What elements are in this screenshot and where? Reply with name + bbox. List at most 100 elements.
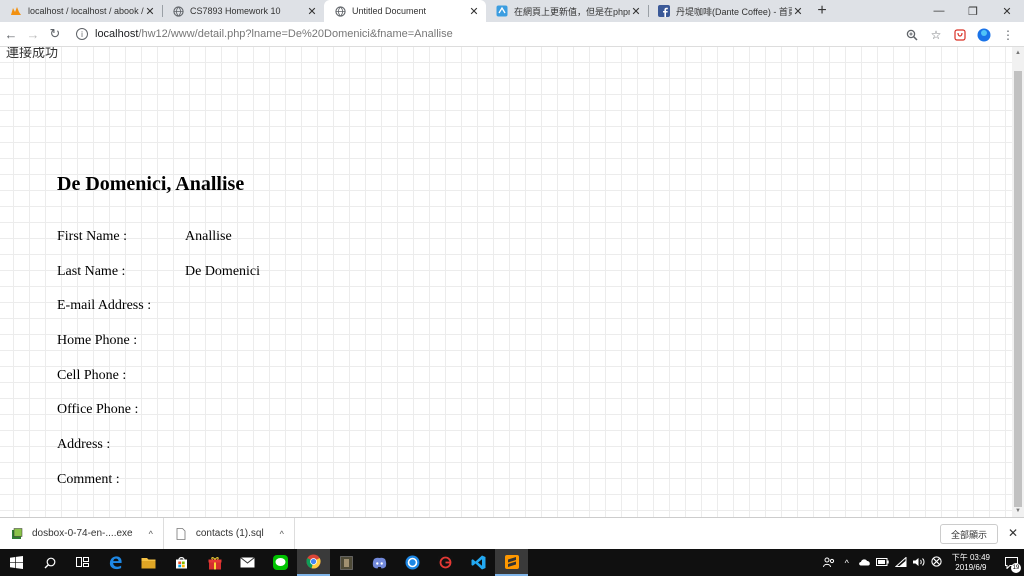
tab-title: Untitled Document [352, 6, 427, 16]
facebook-icon [658, 5, 670, 17]
tab-dante-coffee[interactable]: 丹堤咖啡(Dante Coffee) - 首頁 ✕ [648, 0, 810, 22]
tab-strip: localhost / localhost / abook / ... ✕ CS… [0, 0, 1024, 22]
volume-icon[interactable] [911, 557, 927, 569]
search-icon[interactable] [33, 549, 66, 576]
field-cell-phone: Cell Phone : [57, 368, 260, 403]
show-all-downloads-button[interactable]: 全部顯示 [939, 524, 998, 544]
download-filename: contacts (1).sql [195, 528, 264, 539]
game-app-icon[interactable] [429, 549, 462, 576]
close-window-icon[interactable]: ✕ [990, 0, 1024, 22]
profile-avatar-icon[interactable] [974, 25, 994, 45]
download-filename: dosbox-0-74-en-....exe [32, 528, 133, 539]
field-first-name: First Name : Anallise [57, 229, 260, 264]
close-icon[interactable]: ✕ [468, 5, 480, 18]
tab-title: CS7893 Homework 10 [190, 6, 281, 16]
battery-icon[interactable] [875, 557, 891, 568]
onedrive-icon[interactable] [857, 557, 873, 568]
file-explorer-icon[interactable] [132, 549, 165, 576]
vertical-scrollbar[interactable]: ▲ ▼ [1012, 47, 1024, 517]
people-icon[interactable] [821, 556, 837, 570]
mail-icon[interactable] [231, 549, 264, 576]
menu-dots-icon[interactable]: ⋮ [998, 25, 1018, 45]
tab-homework[interactable]: CS7893 Homework 10 ✕ [162, 0, 324, 22]
connection-status: 連接成功 [6, 47, 59, 61]
scroll-down-icon[interactable]: ▼ [1012, 505, 1024, 517]
chevron-up-icon[interactable]: ^ [149, 529, 153, 539]
close-icon[interactable]: ✕ [144, 5, 156, 18]
field-label: Last Name : [57, 263, 126, 279]
minimize-icon[interactable]: — [922, 0, 956, 22]
tab-untitled-document[interactable]: Untitled Document ✕ [324, 0, 486, 22]
exe-file-icon [10, 527, 24, 541]
close-icon[interactable]: ✕ [792, 5, 804, 18]
extension-icon[interactable] [950, 25, 970, 45]
field-label: Office Phone : [57, 402, 139, 418]
field-last-name: Last Name : De Domenici [57, 264, 260, 299]
tab-phpmyadmin[interactable]: localhost / localhost / abook / ... ✕ [0, 0, 162, 22]
info-icon[interactable]: i [76, 28, 88, 40]
toolbar-actions: ☆ ⋮ [902, 22, 1018, 47]
blocked-icon[interactable] [929, 556, 945, 569]
window-controls: — ❐ ✕ [922, 0, 1024, 22]
new-tab-button[interactable]: + [810, 0, 834, 22]
discord-icon[interactable] [363, 549, 396, 576]
phpmyadmin-icon [10, 5, 22, 17]
sublime-text-icon[interactable] [495, 549, 528, 576]
edge-browser-icon[interactable] [99, 549, 132, 576]
chrome-icon[interactable] [297, 549, 330, 576]
tab-phpmy-question[interactable]: 在網頁上更新值，但是在phpmy... ✕ [486, 0, 648, 22]
field-label: Cell Phone : [57, 367, 127, 383]
app-icon[interactable] [330, 549, 363, 576]
site-icon [496, 5, 508, 17]
windows-taskbar: ^ 下午 03:49 2019/6/9 19 [0, 549, 1024, 576]
system-tray: ^ 下午 03:49 2019/6/9 19 [820, 549, 1024, 576]
url-host: localhost [95, 28, 139, 40]
zoom-icon[interactable] [902, 25, 922, 45]
vscode-icon[interactable] [462, 549, 495, 576]
chevron-up-icon[interactable]: ^ [280, 529, 284, 539]
navigation-app-icon[interactable] [396, 549, 429, 576]
field-value: De Domenici [185, 263, 261, 279]
file-icon [174, 527, 188, 541]
globe-icon [334, 5, 346, 17]
page-title: De Domenici, Anallise [57, 173, 245, 195]
restore-icon[interactable]: ❐ [956, 0, 990, 22]
downloads-shelf: dosbox-0-74-en-....exe ^ contacts (1).sq… [0, 517, 1024, 550]
tab-title: 在網頁上更新值，但是在phpmy... [514, 6, 630, 17]
task-view-icon[interactable] [66, 549, 99, 576]
windows-start-icon[interactable] [0, 549, 33, 576]
line-app-icon[interactable] [264, 549, 297, 576]
field-label: Home Phone : [57, 333, 138, 349]
close-icon[interactable]: ✕ [630, 5, 642, 18]
bookmark-star-icon[interactable]: ☆ [926, 25, 946, 45]
scrollbar-thumb[interactable] [1014, 71, 1022, 507]
contact-details: First Name : Anallise Last Name : De Dom… [57, 229, 260, 507]
field-label: Address : [57, 437, 111, 453]
download-item[interactable]: contacts (1).sql ^ [164, 517, 295, 550]
reload-icon[interactable]: ↻ [44, 23, 66, 45]
scroll-up-icon[interactable]: ▲ [1012, 47, 1024, 59]
action-center-icon[interactable]: 19 [998, 549, 1024, 576]
field-label: First Name : [57, 229, 127, 244]
browser-toolbar: ← → ↻ i localhost /hw12/www/detail.php?l… [0, 22, 1024, 47]
close-icon[interactable]: ✕ [1008, 526, 1018, 540]
forward-icon[interactable]: → [22, 23, 44, 45]
tab-title: 丹堤咖啡(Dante Coffee) - 首頁 [676, 6, 792, 17]
store-icon[interactable] [165, 549, 198, 576]
tab-title: localhost / localhost / abook / ... [28, 6, 144, 16]
field-office-phone: Office Phone : [57, 402, 260, 437]
notification-count: 19 [1011, 563, 1021, 573]
field-label: Comment : [57, 471, 120, 487]
field-email: E-mail Address : [57, 298, 260, 333]
close-icon[interactable]: ✕ [306, 5, 318, 18]
url-path: /hw12/www/detail.php?lname=De%20Domenici… [138, 28, 453, 40]
globe-icon [172, 5, 184, 17]
field-label: E-mail Address : [57, 298, 152, 314]
taskbar-clock[interactable]: 下午 03:49 2019/6/9 [952, 553, 990, 573]
chevron-up-icon[interactable]: ^ [839, 558, 855, 568]
download-item[interactable]: dosbox-0-74-en-....exe ^ [0, 517, 164, 550]
wifi-icon[interactable] [893, 555, 909, 569]
address-bar[interactable]: i localhost /hw12/www/detail.php?lname=D… [70, 24, 910, 45]
gift-icon[interactable] [198, 549, 231, 576]
back-icon[interactable]: ← [0, 23, 22, 45]
